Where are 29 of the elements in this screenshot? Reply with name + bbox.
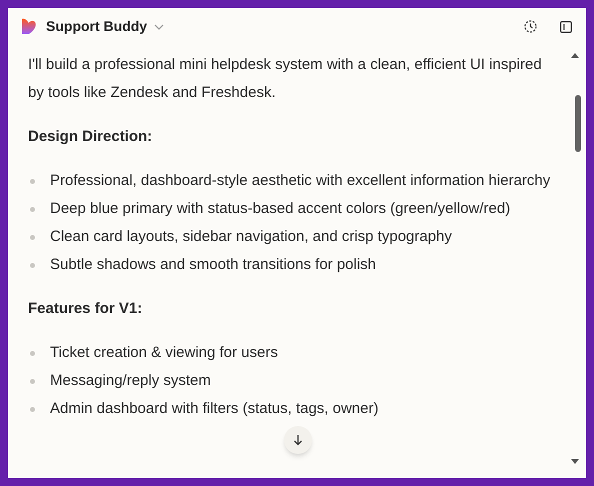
bullet-icon bbox=[30, 351, 35, 356]
bullet-icon bbox=[30, 179, 35, 184]
list-item: Messaging/reply system bbox=[50, 371, 211, 391]
heart-logo-icon bbox=[20, 18, 37, 35]
scroll-to-bottom-button[interactable] bbox=[284, 426, 312, 454]
bullet-icon bbox=[30, 207, 35, 212]
bullet-icon bbox=[30, 235, 35, 240]
list-item: Clean card layouts, sidebar navigation, and crisp typography bbox=[50, 227, 452, 247]
chevron-down-icon bbox=[154, 24, 164, 30]
list-item: Professional, dashboard-style aesthetic with excellent information hierarchy bbox=[50, 171, 550, 191]
section-heading: Design Direction: bbox=[28, 127, 154, 147]
history-button[interactable] bbox=[522, 18, 538, 34]
arrow-down-icon bbox=[293, 434, 303, 446]
list-item: Subtle shadows and smooth transitions for polish bbox=[50, 255, 376, 275]
list-item: Admin dashboard with filters (status, tags, owner) bbox=[50, 399, 378, 419]
list-item: Ticket creation & viewing for users bbox=[50, 343, 278, 363]
bullet-icon bbox=[30, 379, 35, 384]
history-icon bbox=[524, 20, 536, 33]
scroll-up-icon bbox=[571, 53, 579, 58]
section-heading: Features for V1: bbox=[28, 299, 144, 319]
bullet-icon bbox=[30, 263, 35, 268]
intro-paragraph: I'll build a professional mini helpdesk system with a clean, efficient UI inspired by tools like Zendesk and Freshdesk. bbox=[28, 55, 543, 103]
app-title-button[interactable]: Support Buddy bbox=[46, 16, 164, 37]
sidebar-icon bbox=[560, 20, 572, 32]
scroll-down-icon bbox=[571, 459, 579, 464]
sidebar-toggle-button[interactable] bbox=[558, 18, 574, 34]
bullet-icon bbox=[30, 407, 35, 412]
list-item: Deep blue primary with status-based accent colors (green/yellow/red) bbox=[50, 199, 510, 219]
scrollbar-thumb bbox=[575, 95, 581, 152]
